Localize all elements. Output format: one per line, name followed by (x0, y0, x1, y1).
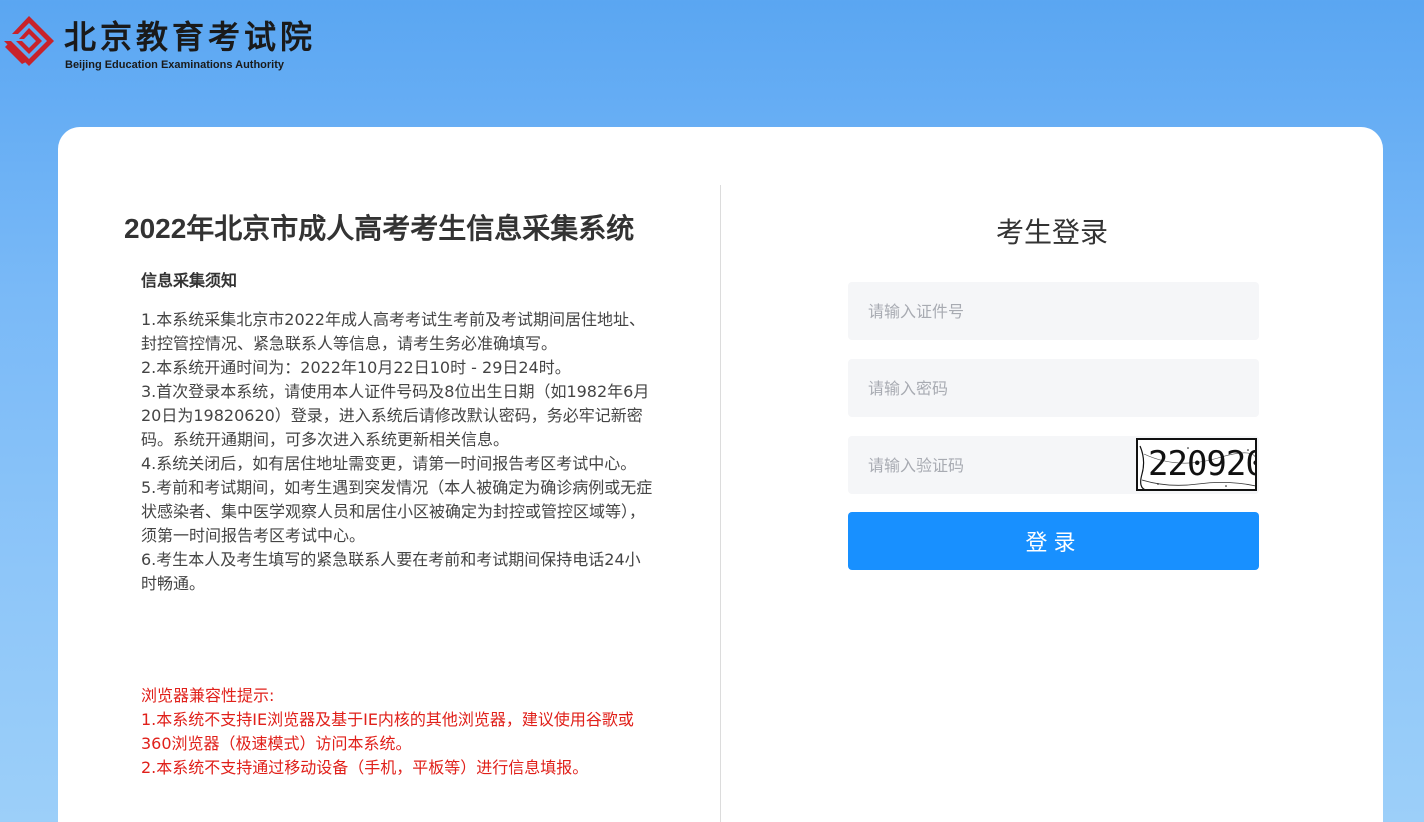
browser-compat-tip: 浏览器兼容性提示: 1.本系统不支持IE浏览器及基于IE内核的其他浏览器，建议使… (141, 684, 661, 780)
notice-heading: 信息采集须知 (141, 271, 238, 290)
notice-item: 5.考前和考试期间，如考生遇到突发情况（本人被确定为确诊病例或无症状感染者、集中… (141, 478, 653, 545)
notice-item: 6.考生本人及考生填写的紧急联系人要在考前和考试期间保持电话24小时畅通。 (141, 550, 641, 593)
site-logo: 北京教育考试院 Beijing Education Examinations A… (2, 6, 332, 71)
logo-name-en: Beijing Education Examinations Authority (65, 59, 285, 71)
notice-item: 2.本系统开通时间为：2022年10月22日10时 - 29日24时。 (141, 358, 571, 377)
id-number-input[interactable] (848, 282, 1259, 340)
login-title: 考生登录 (995, 216, 1108, 249)
password-input[interactable] (848, 359, 1259, 417)
browser-tip-item: 1.本系统不支持IE浏览器及基于IE内核的其他浏览器，建议使用谷歌或360浏览器… (141, 710, 634, 753)
captcha-image[interactable]: 220920 (1136, 438, 1257, 491)
system-title: 2022年北京市成人高考考生信息采集系统 (124, 213, 635, 244)
captcha-text: 220920 (1148, 444, 1257, 484)
notice-item: 3.首次登录本系统，请使用本人证件号码及8位出生日期（如1982年6月20日为1… (141, 382, 650, 449)
info-panel: 2022年北京市成人高考考生信息采集系统 信息采集须知 1.本系统采集北京市20… (58, 127, 720, 822)
notice-list: 1.本系统采集北京市2022年成人高考考试生考前及考试期间居住地址、封控管控情况… (141, 308, 653, 596)
notice-item: 1.本系统采集北京市2022年成人高考考试生考前及考试期间居住地址、封控管控情况… (141, 310, 645, 353)
login-button[interactable]: 登录 (848, 512, 1259, 570)
login-panel: 考生登录 220920 登录 (721, 127, 1383, 822)
browser-tip-heading: 浏览器兼容性提示: (141, 686, 275, 705)
browser-tip-item: 2.本系统不支持通过移动设备（手机，平板等）进行信息填报。 (141, 758, 589, 777)
logo-mark-icon (4, 16, 54, 66)
notice-item: 4.系统关闭后，如有居住地址需变更，请第一时间报告考区考试中心。 (141, 454, 637, 473)
logo-name-cn: 北京教育考试院 (64, 18, 317, 56)
main-card: 2022年北京市成人高考考生信息采集系统 信息采集须知 1.本系统采集北京市20… (58, 127, 1383, 822)
